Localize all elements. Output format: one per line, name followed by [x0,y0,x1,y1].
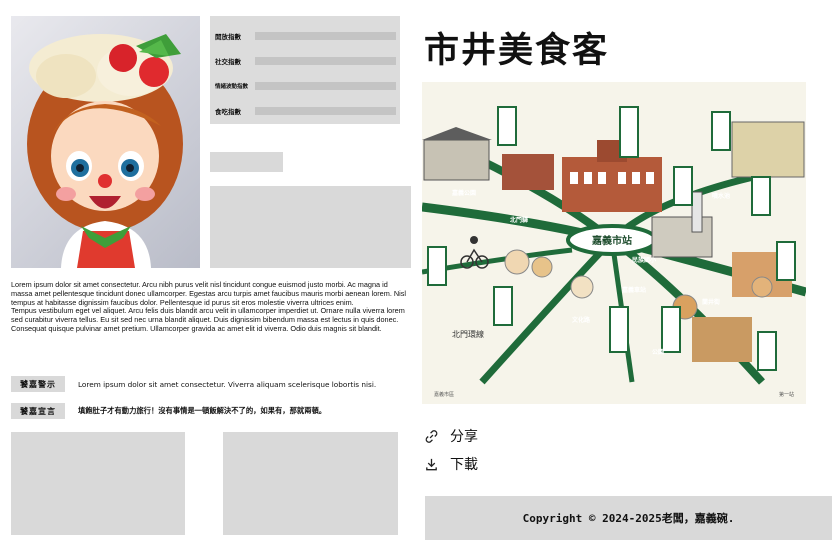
map-footer-left: 嘉義市區 [434,391,454,398]
map-label: 嘉義車站 [621,286,646,294]
download-label: 下載 [450,457,478,473]
placeholder-small [210,152,283,172]
character-avatar [11,16,200,268]
stat-label: 食吃指數 [215,107,241,116]
share-button[interactable]: 分享 [424,426,478,446]
stat-bar [255,31,396,40]
link-icon [424,429,439,444]
map-label: 民族國小 [632,256,656,264]
stat-row: 食吃指數 [215,98,396,123]
map-label: 嘉義公園 [451,189,476,197]
placeholder-bottom-left [11,432,185,535]
character-page: 開放指數 社交指數 情緒波動指數 食吃指數 Lorem ipsum dolor … [0,0,832,540]
stat-row: 情緒波動指數 [215,73,396,98]
stat-row: 開放指數 [215,23,396,48]
stat-bar [255,106,396,115]
character-description: Lorem ipsum dolor sit amet consectetur. … [11,280,409,334]
page-title: 市井美食客 [424,31,610,71]
warning-tag: 饕嘉警示 [11,376,65,392]
share-label: 分享 [450,429,478,445]
map-label: 噴水池 [712,192,730,200]
placeholder-bottom-right [223,432,398,535]
stats-panel: 開放指數 社交指數 情緒波動指數 食吃指數 [210,16,400,124]
map-caption: 北門環線 [452,329,484,339]
map-center-label: 嘉義市站 [591,234,632,247]
footer-copyright: Copyright © 2024-2025老闆，嘉義碗. [425,496,832,540]
map-label: 文化路 [571,316,591,324]
stat-row: 社交指數 [215,48,396,73]
food-map-illustration: 嘉義市站 嘉義公園 北門驛 民族國小 文化路 噴水池 蘭井街 公園 嘉義車站 北… [422,82,806,404]
description-paragraph: Lorem ipsum dolor sit amet consectetur. … [11,280,407,307]
map-label: 蘭井街 [702,298,720,306]
map-footer-right: 第一站 [779,391,794,398]
declaration-tag: 饕嘉宣言 [11,403,65,419]
strawberry-character-illustration [27,34,183,268]
stat-label: 社交指數 [215,57,241,66]
placeholder-large [210,186,411,268]
map-label: 北門驛 [510,216,528,224]
download-button[interactable]: 下載 [424,454,478,474]
declaration-row: 饕嘉宣言 填飽肚子才有動力旅行！沒有事情是一頓飯解決不了的，如果有，那就兩頓。 [11,403,326,419]
stat-bar [255,81,396,90]
stat-label: 開放指數 [215,32,241,41]
stat-label: 情緒波動指數 [215,83,249,90]
warning-row: 饕嘉警示 Lorem ipsum dolor sit amet consecte… [11,376,376,392]
stat-bar [255,56,396,65]
map-label: 公園 [652,348,664,356]
declaration-text: 填飽肚子才有動力旅行！沒有事情是一頓飯解決不了的，如果有，那就兩頓。 [78,406,327,415]
warning-text: Lorem ipsum dolor sit amet consectetur. … [78,379,377,389]
download-icon [424,457,439,472]
description-paragraph: Tempus vestibulum eget vel aliquet. Arcu… [11,306,405,333]
